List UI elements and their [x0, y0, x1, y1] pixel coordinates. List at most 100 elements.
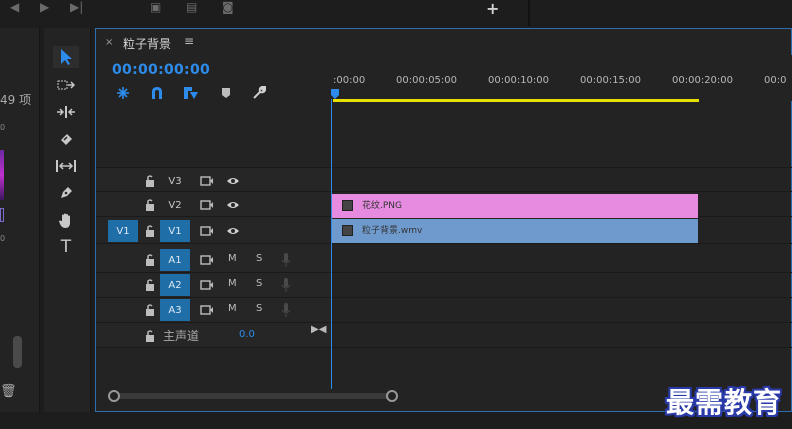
- tools-panel: T: [44, 28, 91, 412]
- track-target-a2[interactable]: A2: [160, 274, 190, 296]
- panel-menu-icon[interactable]: ≡: [184, 34, 194, 48]
- microphone-icon[interactable]: [281, 277, 291, 293]
- eye-icon[interactable]: [226, 175, 240, 187]
- source-patch-v1[interactable]: V1: [108, 220, 138, 242]
- mute-button[interactable]: M: [228, 278, 237, 289]
- track-divider: [96, 322, 792, 323]
- arrow-icon: [61, 49, 72, 65]
- media-thumbnail[interactable]: [0, 150, 4, 200]
- type-icon: T: [60, 237, 72, 257]
- master-track-label: 主声道: [163, 329, 200, 343]
- eye-icon[interactable]: [226, 225, 240, 237]
- ripple-edit-tool[interactable]: [53, 101, 79, 123]
- solo-button[interactable]: S: [256, 278, 262, 289]
- panel-scrollbar[interactable]: [13, 336, 22, 368]
- top-toolbar-strip: ◀ ▶ ▶| ▣ ▤ ◙ +: [0, 0, 792, 26]
- overwrite-icon[interactable]: ▤: [186, 0, 197, 14]
- slip-tool[interactable]: [53, 155, 79, 177]
- sequence-title[interactable]: 粒子背景: [123, 35, 171, 52]
- timeline-panel: × 粒子背景 ≡ 00:00:00:00 :00:00 00:00:05:00 …: [95, 28, 792, 412]
- ripple-edit-icon: [57, 106, 75, 118]
- linked-selection-button[interactable]: [182, 85, 200, 101]
- track-target-v3[interactable]: V3: [160, 170, 190, 192]
- mute-button[interactable]: M: [228, 253, 237, 264]
- track-select-forward-tool[interactable]: [53, 74, 79, 96]
- playhead-timecode[interactable]: 00:00:00:00: [112, 62, 210, 78]
- lock-icon[interactable]: [144, 174, 156, 188]
- microphone-icon[interactable]: [281, 252, 291, 268]
- track-target-v2[interactable]: V2: [160, 194, 190, 216]
- clip-v2[interactable]: 花纹.PNG: [332, 194, 698, 218]
- ruler-tick: 00:00:10:00: [488, 75, 550, 86]
- track-target-v1[interactable]: V1: [160, 220, 190, 242]
- zoom-handle-right[interactable]: [386, 390, 398, 402]
- linked-selection-icon: [184, 87, 198, 99]
- snap-button[interactable]: [148, 85, 166, 101]
- ruler-tick: 00:00:15:00: [580, 75, 642, 86]
- solo-button[interactable]: S: [256, 303, 262, 314]
- ruler-tick: 00:00:20:00: [672, 75, 734, 86]
- sync-lock-icon[interactable]: [200, 279, 214, 291]
- add-marker-button[interactable]: [217, 85, 235, 101]
- magnet-icon: [152, 87, 162, 99]
- track-a3-header: A3 M S: [96, 298, 331, 322]
- track-v3-header: V3: [96, 169, 331, 193]
- add-button-icon[interactable]: +: [486, 0, 499, 18]
- insert-icon[interactable]: ▣: [150, 0, 161, 14]
- timeline-tab[interactable]: × 粒子背景 ≡: [96, 29, 792, 55]
- timeline-zoom-scrollbar[interactable]: [110, 393, 392, 399]
- panel-marker-b: 0: [0, 234, 6, 243]
- clip-name: 粒子背景.wmv: [362, 226, 423, 236]
- image-clip-icon: [342, 200, 353, 211]
- lock-icon[interactable]: [144, 198, 156, 212]
- playhead-handle-icon[interactable]: [331, 89, 339, 99]
- solo-button[interactable]: S: [256, 253, 262, 264]
- lock-icon[interactable]: [144, 329, 156, 343]
- clip-v1[interactable]: 粒子背景.wmv: [332, 219, 698, 243]
- pen-tool[interactable]: [53, 182, 79, 204]
- step-back-icon[interactable]: ◀: [10, 0, 19, 14]
- eye-icon[interactable]: [226, 199, 240, 211]
- nest-toggle-button[interactable]: [114, 85, 132, 101]
- step-forward-icon[interactable]: ▶|: [70, 0, 83, 14]
- master-volume-value[interactable]: 0.0: [239, 329, 255, 340]
- wrench-icon: [253, 86, 266, 99]
- close-tab-icon[interactable]: ×: [105, 37, 113, 48]
- trash-icon[interactable]: 🗑: [0, 384, 17, 399]
- timeline-settings-button[interactable]: [250, 85, 268, 101]
- go-to-end-icon[interactable]: ▶◀: [311, 324, 326, 335]
- track-target-a1[interactable]: A1: [160, 249, 190, 271]
- project-panel: 49 项 0 0 🗑: [0, 28, 40, 412]
- track-a2-header: A2 M S: [96, 273, 331, 297]
- work-area-bar[interactable]: [333, 99, 699, 102]
- track-select-icon: [57, 80, 75, 90]
- zoom-handle-left[interactable]: [108, 390, 120, 402]
- lock-icon[interactable]: [144, 224, 156, 238]
- export-frame-icon[interactable]: ◙: [222, 0, 234, 14]
- lock-icon[interactable]: [144, 303, 156, 317]
- sync-lock-icon[interactable]: [200, 199, 214, 211]
- type-tool[interactable]: T: [53, 236, 79, 258]
- hand-tool[interactable]: [53, 209, 79, 231]
- track-divider: [96, 243, 792, 244]
- razor-tool[interactable]: [53, 128, 79, 150]
- marker-icon: [222, 88, 230, 98]
- clip-name: 花纹.PNG: [362, 201, 402, 211]
- track-target-a3[interactable]: A3: [160, 299, 190, 321]
- sync-lock-icon[interactable]: [200, 304, 214, 316]
- watermark-logo: 最需教育: [666, 386, 783, 419]
- track-divider: [96, 167, 792, 168]
- sync-lock-icon[interactable]: [200, 225, 214, 237]
- sync-lock-icon[interactable]: [200, 175, 214, 187]
- pen-icon: [61, 187, 72, 198]
- sync-lock-icon[interactable]: [200, 254, 214, 266]
- lock-icon[interactable]: [144, 278, 156, 292]
- play-icon[interactable]: ▶: [40, 0, 49, 14]
- lock-icon[interactable]: [144, 253, 156, 267]
- master-track-header: 主声道 0.0 ▶◀: [96, 324, 331, 348]
- playhead-line[interactable]: [331, 99, 332, 389]
- microphone-icon[interactable]: [281, 302, 291, 318]
- selection-tool[interactable]: [53, 46, 79, 68]
- track-a1-header: A1 M S: [96, 248, 331, 272]
- mute-button[interactable]: M: [228, 303, 237, 314]
